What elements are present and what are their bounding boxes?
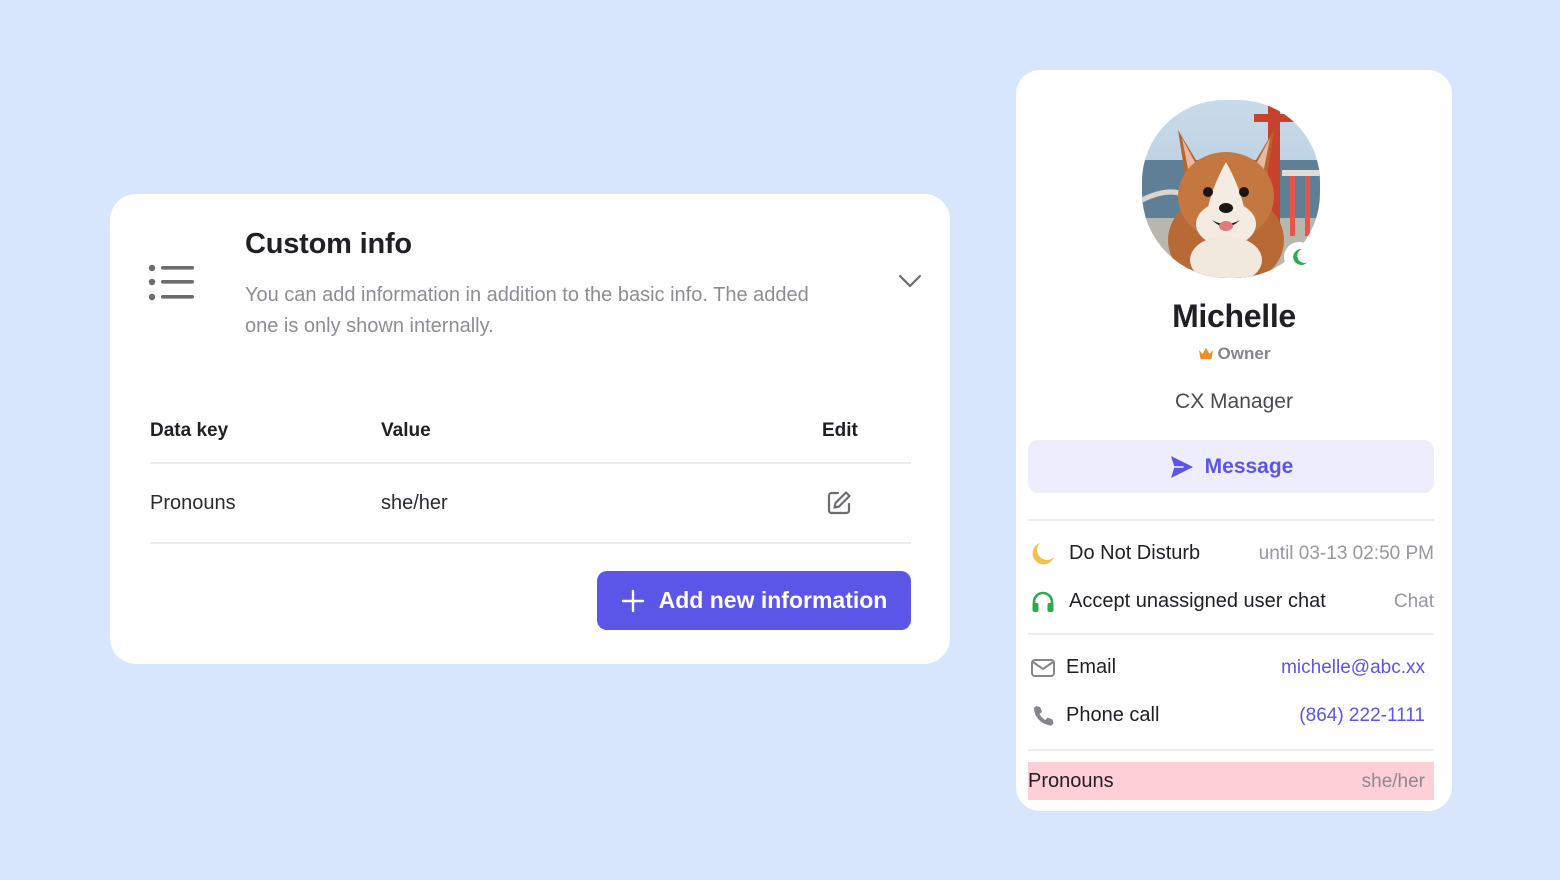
table-header: Data key Value Edit (150, 412, 911, 464)
custom-info-title: Custom info (245, 228, 412, 260)
profile-card: Michelle Owner CX Manager Message Do Not… (1016, 70, 1452, 811)
divider (1028, 633, 1434, 635)
role-badge: Owner (1016, 344, 1452, 364)
row-value: she/her (381, 492, 448, 514)
email-link[interactable]: michelle@abc.xx (1281, 657, 1425, 679)
divider (1028, 749, 1434, 751)
job-title: CX Manager (1175, 390, 1293, 413)
mail-icon (1030, 655, 1056, 681)
do-not-disturb-status-icon (1284, 242, 1314, 272)
column-header-value: Value (381, 420, 431, 441)
send-icon (1170, 455, 1193, 478)
do-not-disturb-label: Do Not Disturb (1069, 542, 1201, 564)
phone-link[interactable]: (864) 222-1111 (1299, 705, 1425, 727)
do-not-disturb-row[interactable]: Do Not Disturb until 03-13 02:50 PM (1028, 533, 1434, 573)
moon-icon (1030, 541, 1056, 567)
add-new-information-button[interactable]: Add new information (597, 571, 911, 630)
phone-icon (1030, 703, 1056, 729)
add-new-information-label: Add new information (658, 587, 888, 613)
list-icon (148, 262, 196, 306)
pronouns-row: Pronouns she/her (1028, 762, 1434, 800)
message-label: Message (1204, 454, 1294, 478)
chevron-down-icon[interactable] (897, 272, 923, 290)
email-label: Email (1066, 656, 1117, 678)
column-header-edit: Edit (822, 420, 858, 441)
crown-icon (1198, 348, 1213, 359)
plus-icon (621, 589, 644, 612)
pronouns-value: she/her (1361, 771, 1425, 792)
custom-info-description: You can add information in addition to t… (245, 284, 809, 337)
accept-chat-value: Chat (1393, 591, 1434, 612)
table-row: Pronouns she/her (150, 464, 911, 544)
edit-icon[interactable] (825, 489, 853, 517)
custom-info-card: Custom info You can add information in a… (110, 194, 950, 664)
accept-chat-label: Accept unassigned user chat (1069, 590, 1326, 612)
divider (1028, 519, 1434, 521)
profile-name: Michelle (1172, 298, 1296, 334)
phone-label: Phone call (1066, 704, 1160, 726)
email-row: Email michelle@abc.xx (1028, 647, 1434, 687)
phone-row: Phone call (864) 222-1111 (1028, 695, 1434, 735)
message-button[interactable]: Message (1028, 440, 1434, 493)
do-not-disturb-value: until 03-13 02:50 PM (1258, 543, 1434, 564)
role-label: Owner (1217, 344, 1271, 363)
column-header-data-key: Data key (150, 420, 229, 441)
row-data-key: Pronouns (150, 492, 236, 514)
pronouns-label: Pronouns (1028, 770, 1114, 792)
headset-icon (1030, 589, 1056, 615)
custom-info-table: Data key Value Edit Pronouns she/her (150, 412, 911, 544)
accept-chat-row[interactable]: Accept unassigned user chat Chat (1028, 581, 1434, 621)
